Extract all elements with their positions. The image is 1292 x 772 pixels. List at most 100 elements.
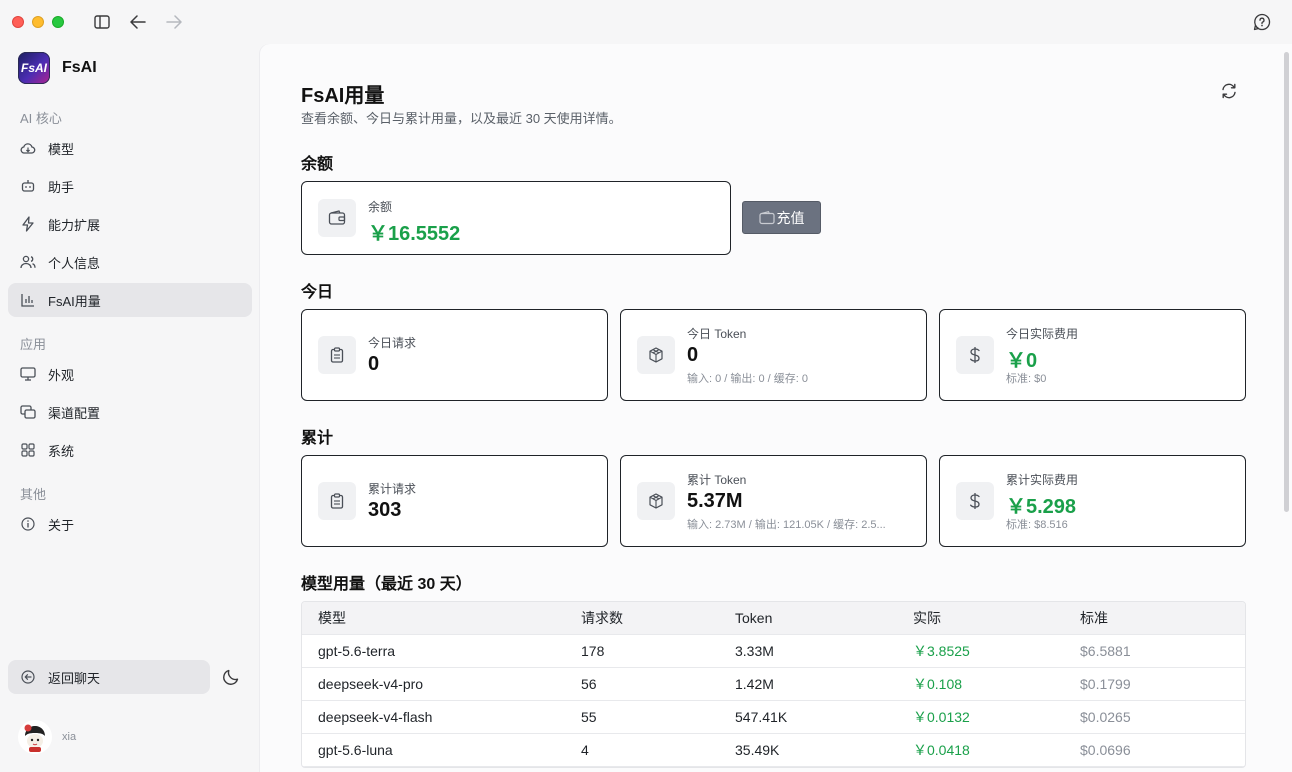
balance-card: 余额 ￥16.5552 [301,181,731,255]
cell-model: gpt-5.6-luna [318,742,393,758]
avatar [18,720,52,754]
sidebar-toggle-icon[interactable] [92,12,112,32]
channel-icon [20,404,36,420]
today-tokens-label: 今日 Token [687,327,747,341]
cell-standard: $6.5881 [1080,643,1131,659]
cloud-icon [20,140,36,156]
cell-tokens: 3.33M [735,643,774,659]
model-usage-table: 模型 请求数 Token 实际 标准 gpt-5.6-terra 178 3.3… [301,601,1246,768]
scrollbar[interactable] [1284,52,1289,512]
cell-model: deepseek-v4-pro [318,676,424,692]
cell-model: deepseek-v4-flash [318,709,433,725]
cell-requests: 56 [581,676,597,692]
sidebar: FsAI FsAI AI 核心 模型 助手 能力扩展 个人信息 FsAI用量 应… [0,44,260,772]
cell-model: gpt-5.6-terra [318,643,396,659]
wallet-icon [758,210,775,225]
app-logo-icon: FsAI [18,52,50,84]
total-requests-card: 累计请求 303 [301,455,608,547]
sidebar-item-usage[interactable]: FsAI用量 [8,283,252,317]
forward-arrow-icon[interactable] [164,12,184,32]
close-window-button[interactable] [12,16,24,28]
main-content: FsAI用量 查看余额、今日与累计用量，以及最近 30 天使用详情。 余额 余额… [260,44,1292,772]
page-subtitle: 查看余额、今日与累计用量，以及最近 30 天使用详情。 [301,111,622,126]
today-requests-card: 今日请求 0 [301,309,608,401]
maximize-window-button[interactable] [52,16,64,28]
sidebar-item-assistant[interactable]: 助手 [8,169,252,203]
cell-actual: ￥0.0132 [913,709,970,725]
cell-actual: ￥0.108 [913,676,963,692]
sidebar-item-extensions[interactable]: 能力扩展 [8,207,252,241]
cube-icon [637,482,675,520]
model-usage-heading: 模型用量（最近 30 天） [301,576,472,593]
cell-requests: 55 [581,709,597,725]
today-cost-value: ￥0 [1006,350,1038,372]
refresh-icon[interactable] [1220,82,1240,102]
arrow-left-circle-icon [20,669,36,685]
column-header-actual[interactable]: 实际 [913,608,1080,628]
cell-requests: 178 [581,643,605,659]
column-header-token[interactable]: Token [735,610,913,626]
table-row[interactable]: deepseek-v4-pro 56 1.42M ￥0.108 $0.1799 [302,668,1245,701]
lightning-icon [20,216,36,232]
table-row[interactable]: gpt-5.6-terra 178 3.33M ￥3.8525 $6.5881 [302,635,1245,668]
total-heading: 累计 [301,430,334,447]
cube-icon [637,336,675,374]
logo-text: FsAI [20,61,47,75]
back-to-chat-button[interactable]: 返回聊天 [8,660,210,694]
total-tokens-label: 累计 Token [687,473,747,487]
dollar-icon [956,482,994,520]
cell-standard: $0.0696 [1080,742,1131,758]
app-name: FsAI [62,59,97,76]
cell-requests: 4 [581,742,589,758]
table-row[interactable]: deepseek-v4-flash 55 547.41K ￥0.0132 $0.… [302,701,1245,734]
table-header-row: 模型 请求数 Token 实际 标准 [302,602,1245,635]
cell-standard: $0.1799 [1080,676,1131,692]
sidebar-item-system[interactable]: 系统 [8,433,252,467]
section-label-other: 其他 [20,487,47,502]
sidebar-item-models[interactable]: 模型 [8,131,252,165]
total-requests-label: 累计请求 [368,482,417,496]
username: xia [62,731,77,743]
user-profile[interactable]: xia [18,720,76,754]
back-arrow-icon[interactable] [128,12,148,32]
sidebar-item-label: FsAI用量 [48,293,101,309]
users-icon [20,254,36,270]
today-requests-value: 0 [368,353,380,375]
title-bar [0,0,1292,44]
dollar-icon [956,336,994,374]
minimize-window-button[interactable] [32,16,44,28]
moon-icon[interactable] [222,668,242,688]
column-header-model[interactable]: 模型 [302,608,581,628]
section-label-ai-core: AI 核心 [20,111,62,126]
today-tokens-card: 今日 Token 0 输入: 0 / 输出: 0 / 缓存: 0 [620,309,927,401]
window-controls [12,16,64,28]
monitor-icon [20,366,36,382]
robot-icon [20,178,36,194]
total-cost-label: 累计实际费用 [1006,473,1079,487]
total-cost-card: 累计实际费用 ￥5.298 标准: $8.516 [939,455,1246,547]
bar-chart-icon [20,292,36,308]
sidebar-item-profile[interactable]: 个人信息 [8,245,252,279]
sidebar-item-label: 渠道配置 [48,405,101,421]
help-icon[interactable] [1252,12,1272,32]
sidebar-item-appearance[interactable]: 外观 [8,357,252,391]
balance-label: 余额 [368,200,393,214]
info-icon [20,516,36,532]
column-header-standard[interactable]: 标准 [1080,608,1245,628]
page-title: FsAI用量 [301,85,385,107]
sidebar-item-about[interactable]: 关于 [8,507,252,541]
recharge-button[interactable]: 充值 [742,201,821,234]
total-tokens-value: 5.37M [687,490,743,512]
balance-value: ￥16.5552 [368,223,461,245]
cell-tokens: 35.49K [735,742,780,758]
total-requests-value: 303 [368,499,402,521]
sidebar-item-label: 外观 [48,367,75,383]
brand: FsAI FsAI [18,52,97,84]
column-header-requests[interactable]: 请求数 [581,608,735,628]
total-cost-standard: 标准: $8.516 [1006,519,1068,531]
sidebar-item-channels[interactable]: 渠道配置 [8,395,252,429]
today-requests-label: 今日请求 [368,336,417,350]
sidebar-item-label: 模型 [48,141,75,157]
sidebar-item-label: 个人信息 [48,255,101,271]
table-row[interactable]: gpt-5.6-luna 4 35.49K ￥0.0418 $0.0696 [302,734,1245,767]
